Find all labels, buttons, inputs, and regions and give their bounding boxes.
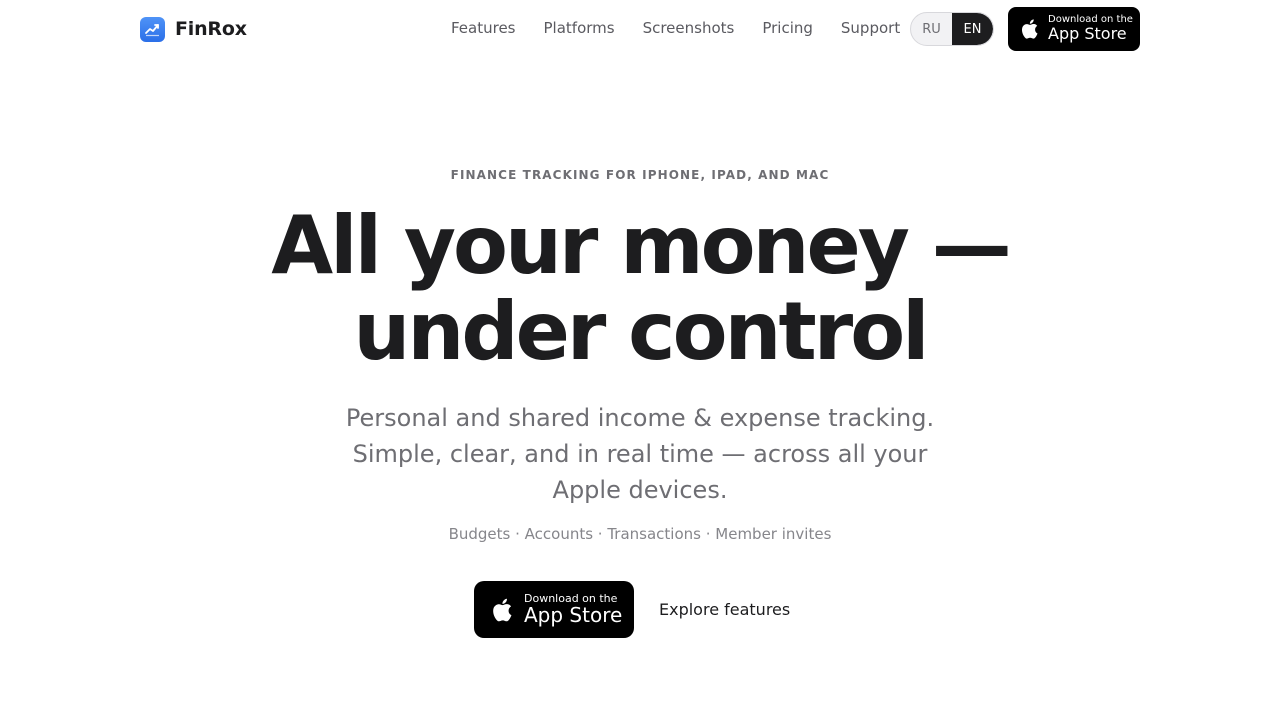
nav-link-features[interactable]: Features (451, 19, 516, 37)
top-navbar: FinRox Features Platforms Screenshots Pr… (0, 0, 1280, 58)
app-store-button-header[interactable]: Download on the App Store (1008, 7, 1140, 51)
lang-option-en[interactable]: EN (952, 13, 993, 45)
nav-link-platforms[interactable]: Platforms (544, 19, 615, 37)
app-store-button-hero[interactable]: Download on the App Store (474, 581, 634, 638)
brand-name: FinRox (175, 18, 247, 40)
brand[interactable]: FinRox (140, 16, 247, 42)
app-store-big-label: App Store (1048, 23, 1127, 43)
chart-trend-icon (140, 16, 165, 42)
headline-line-2: under control (353, 285, 929, 378)
hero-eyebrow: FINANCE TRACKING FOR IPHONE, IPAD, AND M… (450, 168, 830, 182)
apple-icon (1022, 19, 1038, 39)
explore-features-link[interactable]: Explore features (659, 600, 790, 619)
headline-line-1: All your money — (271, 199, 1012, 292)
hero-headline: All your money — under control (0, 203, 1280, 375)
apple-icon (493, 598, 512, 621)
feature-tags: Budgets · Accounts · Transactions · Memb… (448, 525, 832, 543)
app-store-big-label: App Store (524, 602, 623, 627)
hero-subtitle: Personal and shared income & expense tra… (345, 404, 935, 504)
nav-link-support[interactable]: Support (841, 19, 900, 37)
main-nav: Features Platforms Screenshots Pricing S… (451, 19, 928, 37)
nav-link-screenshots[interactable]: Screenshots (643, 19, 735, 37)
cta-row: Download on the App Store Explore featur… (474, 581, 790, 638)
lang-option-ru[interactable]: RU (911, 13, 952, 45)
language-switcher: RU EN (910, 12, 994, 46)
nav-link-pricing[interactable]: Pricing (762, 19, 813, 37)
